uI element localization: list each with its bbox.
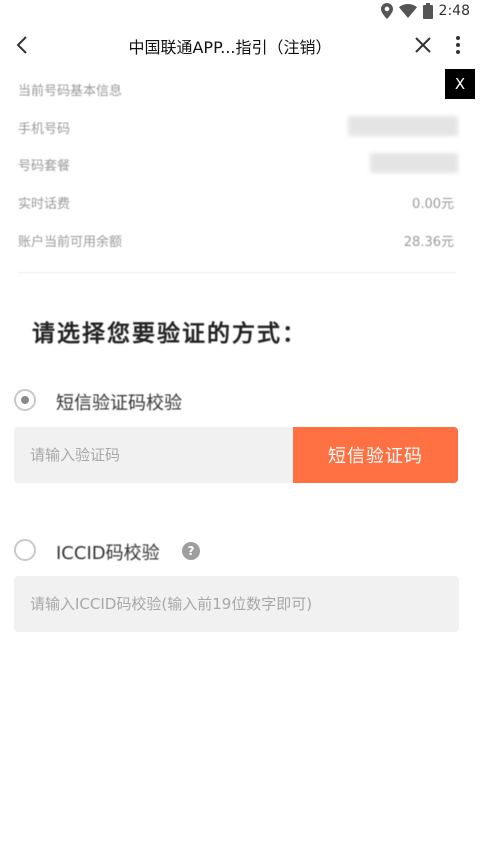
info-row-balance: 账户当前可用余额 28.36元 (18, 227, 458, 251)
info-label-phone: 手机号码 (18, 122, 71, 137)
info-label-charges: 实时话费 (18, 197, 71, 212)
info-row-plan: 号码套餐 (18, 151, 458, 175)
number-info-section: 当前号码基本信息 手机号码 号码套餐 实时话费 0.00元 账户当前可用余额 2… (18, 70, 458, 276)
info-row-phone: 手机号码 (18, 114, 458, 138)
status-time: 2:48 (438, 3, 470, 19)
verify-method-heading: 请选择您要验证的方式： (32, 321, 307, 347)
status-icons: 2:48 (380, 3, 470, 19)
info-value-balance: 28.36元 (403, 235, 454, 250)
info-label-balance: 账户当前可用余额 (18, 235, 123, 250)
close-icon[interactable] (410, 32, 436, 58)
overlay-close-button[interactable]: X (445, 69, 475, 99)
help-icon[interactable]: ? (182, 542, 200, 560)
sms-radio[interactable] (14, 389, 36, 411)
divider (18, 272, 456, 273)
nav-bar: 中国联通APP...指引（注销） (0, 24, 480, 66)
info-value-charges: 0.00元 (412, 197, 454, 212)
iccid-option-label[interactable]: ICCID码校验 (56, 539, 160, 565)
info-section-title-text: 当前号码基本信息 (18, 84, 123, 99)
battery-icon (422, 3, 433, 19)
sms-code-input[interactable] (14, 427, 294, 483)
info-section-title: 当前号码基本信息 (18, 76, 458, 100)
info-row-charges: 实时话费 0.00元 (18, 189, 458, 213)
page-title: 中国联通APP...指引（注销） (128, 38, 332, 57)
sms-option-label[interactable]: 短信验证码校验 (56, 389, 182, 415)
wifi-icon (398, 4, 417, 18)
info-label-plan: 号码套餐 (18, 159, 71, 174)
back-icon[interactable] (10, 32, 36, 58)
iccid-input[interactable] (14, 576, 459, 632)
location-icon (380, 3, 393, 19)
send-sms-code-button[interactable]: 短信验证码 (293, 427, 458, 483)
more-icon[interactable] (448, 32, 468, 58)
status-bar: 2:48 (0, 0, 480, 24)
iccid-radio[interactable] (14, 539, 36, 561)
info-value-phone (348, 116, 458, 136)
info-value-plan (370, 153, 458, 173)
